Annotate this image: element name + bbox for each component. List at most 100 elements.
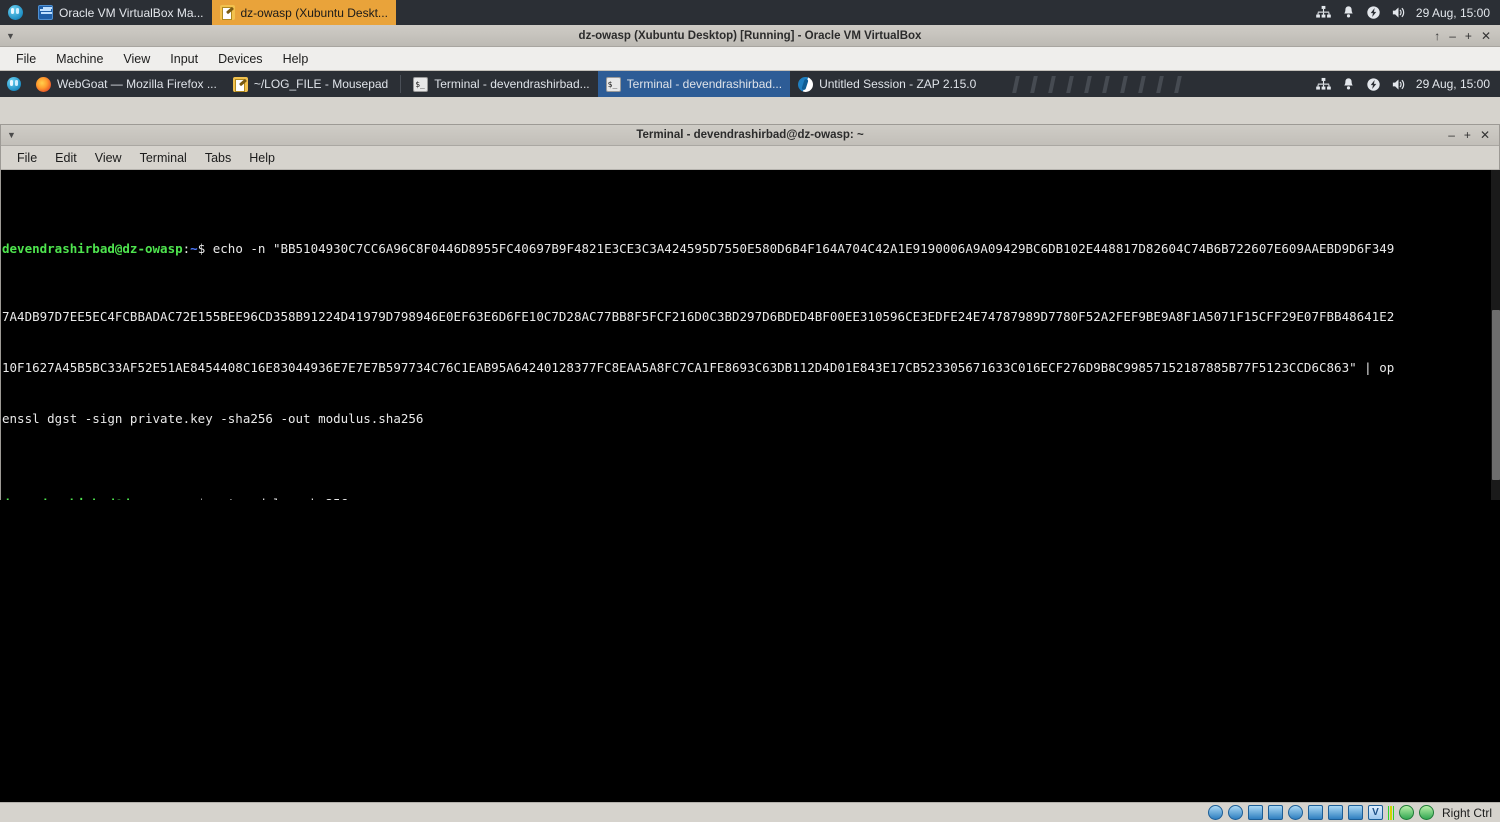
terminal-scrollbar-track[interactable] [1491, 170, 1500, 500]
menu-help[interactable]: Help [275, 49, 317, 69]
close-icon[interactable]: ✕ [1480, 129, 1490, 141]
guest-taskbar: WebGoat — Mozilla Firefox ... ~/LOG_FILE… [0, 71, 1500, 97]
terminal-line-echo-3: 10F1627A45B5BC33AF52E51AE8454408C16E8304… [2, 360, 1395, 375]
guest-task-logfile-mousepad[interactable]: ~/LOG_FILE - Mousepad [225, 71, 396, 97]
mouse-integration-icon[interactable] [1398, 805, 1414, 820]
guest-task-label: ~/LOG_FILE - Mousepad [253, 77, 389, 91]
host-clock[interactable]: 29 Aug, 15:00 [1416, 6, 1490, 20]
guest-task-label: Untitled Session - ZAP 2.15.0 [819, 77, 977, 91]
host-task-virtualbox-manager[interactable]: Oracle VM VirtualBox Ma... [30, 0, 212, 25]
virtualbox-manager-icon [38, 5, 53, 20]
volume-icon[interactable] [1391, 77, 1406, 92]
prompt-path: ~ [190, 241, 198, 256]
usb-icon[interactable] [1287, 805, 1303, 820]
shared-folder-icon[interactable] [1307, 805, 1323, 820]
virtualbox-window-controls: ↑ ‒ + ✕ [1434, 30, 1500, 42]
maximize-icon[interactable]: + [1465, 30, 1472, 42]
menu-file[interactable]: File [8, 49, 44, 69]
mouse-logo-icon [7, 5, 23, 20]
virtualbox-status-bar: Right Ctrl [0, 802, 1500, 822]
guest-clock[interactable]: 29 Aug, 15:00 [1416, 77, 1490, 91]
guest-task-terminal-1[interactable]: Terminal - devendrashirbad... [405, 71, 597, 97]
terminal-output-area[interactable]: devendrashirbad@dz-owasp:~$ echo -n "BB5… [1, 170, 1500, 500]
floppy-icon[interactable] [1247, 805, 1263, 820]
guest-task-webgoat-firefox[interactable]: WebGoat — Mozilla Firefox ... [28, 71, 225, 97]
terminal-icon [605, 76, 621, 92]
menu-help[interactable]: Help [241, 148, 283, 168]
guest-system-tray: 29 Aug, 15:00 [1316, 77, 1500, 92]
network-adapter-icon[interactable] [1267, 805, 1283, 820]
guest-task-terminal-2[interactable]: Terminal - devendrashirbad... [597, 71, 791, 97]
prompt-path: ~ [190, 496, 198, 500]
terminal-titlebar[interactable]: ▼ Terminal - devendrashirbad@dz-owasp: ~… [1, 125, 1499, 146]
host-taskbar: Oracle VM VirtualBox Ma... dz-owasp (Xub… [0, 0, 1500, 25]
maximize-icon[interactable]: + [1464, 129, 1471, 141]
terminal-command-cat-sha256: cat modulus.sha256 [213, 496, 348, 500]
power-icon[interactable] [1366, 5, 1381, 20]
hard-disk-icon[interactable] [1207, 805, 1223, 820]
terminal-command-echo-row1: echo -n "BB5104930C7CC6A96C8F0446D8955FC… [212, 241, 1395, 256]
menu-devices[interactable]: Devices [210, 49, 270, 69]
virtualbox-menubar: File Machine View Input Devices Help [0, 47, 1500, 71]
terminal-line-echo-2: 7A4DB97D7EE5EC4FCBBADAC72E155BEE96CD358B… [2, 309, 1395, 324]
taskbar-window-buttons-filler [984, 71, 1316, 97]
guest-task-zap-session[interactable]: Untitled Session - ZAP 2.15.0 [790, 71, 984, 97]
menu-file[interactable]: File [9, 148, 45, 168]
activity-bars-icon [1387, 805, 1394, 820]
minimize-icon[interactable]: ‒ [1449, 30, 1456, 42]
mousepad-icon [232, 76, 248, 92]
bell-icon[interactable] [1341, 5, 1356, 20]
menu-view[interactable]: View [115, 49, 158, 69]
guest-task-label: Terminal - devendrashirbad... [626, 77, 783, 91]
minimize-icon[interactable]: ‒ [1448, 129, 1455, 141]
host-system-tray: 29 Aug, 15:00 [1316, 5, 1500, 20]
guest-desktop [0, 500, 1500, 796]
terminal-scrollbar-thumb[interactable] [1492, 310, 1500, 480]
host-task-label: Oracle VM VirtualBox Ma... [59, 5, 204, 20]
menu-machine[interactable]: Machine [48, 49, 111, 69]
chevron-down-icon[interactable]: ▼ [7, 130, 16, 140]
terminal-icon [413, 76, 429, 92]
menu-view[interactable]: View [87, 148, 130, 168]
network-icon[interactable] [1316, 5, 1331, 20]
menu-edit[interactable]: Edit [47, 148, 85, 168]
guest-task-label: Terminal - devendrashirbad... [434, 77, 590, 91]
close-icon[interactable]: ✕ [1481, 30, 1491, 42]
virtualbox-vm-window: ▼ dz-owasp (Xubuntu Desktop) [Running] -… [0, 25, 1500, 822]
terminal-window: ▼ Terminal - devendrashirbad@dz-owasp: ~… [0, 124, 1500, 500]
host-task-dz-owasp-vm[interactable]: dz-owasp (Xubuntu Deskt... [211, 0, 396, 25]
mouse-logo-icon [7, 77, 21, 91]
menu-input[interactable]: Input [162, 49, 206, 69]
guest-start-button[interactable] [0, 77, 28, 91]
virtualbox-window-title: dz-owasp (Xubuntu Desktop) [Running] - O… [578, 29, 922, 42]
zap-icon [798, 76, 814, 92]
firefox-icon [36, 76, 51, 92]
terminal-window-title: Terminal - devendrashirbad@dz-owasp: ~ [636, 129, 864, 141]
display-icon[interactable] [1327, 805, 1343, 820]
terminal-line-cat-sha256: devendrashirbad@dz-owasp:~$ cat modulus.… [2, 495, 1500, 500]
prompt-user-host: devendrashirbad@dz-owasp [2, 241, 183, 256]
virtualbox-logo-icon[interactable] [1367, 805, 1383, 820]
virtualbox-vm-icon [219, 5, 235, 20]
host-task-label: dz-owasp (Xubuntu Deskt... [240, 5, 388, 20]
menu-terminal[interactable]: Terminal [132, 148, 195, 168]
prompt-user-host: devendrashirbad@dz-owasp [2, 496, 183, 500]
menu-tabs[interactable]: Tabs [197, 148, 239, 168]
chevron-down-icon[interactable]: ▼ [6, 31, 15, 41]
optical-disk-icon[interactable] [1227, 805, 1243, 820]
virtualbox-titlebar[interactable]: ▼ dz-owasp (Xubuntu Desktop) [Running] -… [0, 25, 1500, 47]
taskbar-divider [400, 75, 402, 93]
terminal-menubar: File Edit View Terminal Tabs Help [1, 146, 1499, 170]
host-key-label: Right Ctrl [1441, 805, 1492, 820]
terminal-window-controls: ‒ + ✕ [1448, 129, 1499, 141]
power-icon[interactable] [1366, 77, 1381, 92]
host-start-button[interactable] [0, 0, 30, 25]
minimize-up-icon[interactable]: ↑ [1434, 30, 1440, 42]
network-icon[interactable] [1316, 77, 1331, 92]
bell-icon[interactable] [1341, 77, 1356, 92]
host-key-icon[interactable] [1418, 805, 1434, 820]
terminal-line-echo-4: enssl dgst -sign private.key -sha256 -ou… [2, 411, 424, 426]
recording-icon[interactable] [1347, 805, 1363, 820]
guest-task-label: WebGoat — Mozilla Firefox ... [57, 77, 217, 91]
volume-icon[interactable] [1391, 5, 1406, 20]
